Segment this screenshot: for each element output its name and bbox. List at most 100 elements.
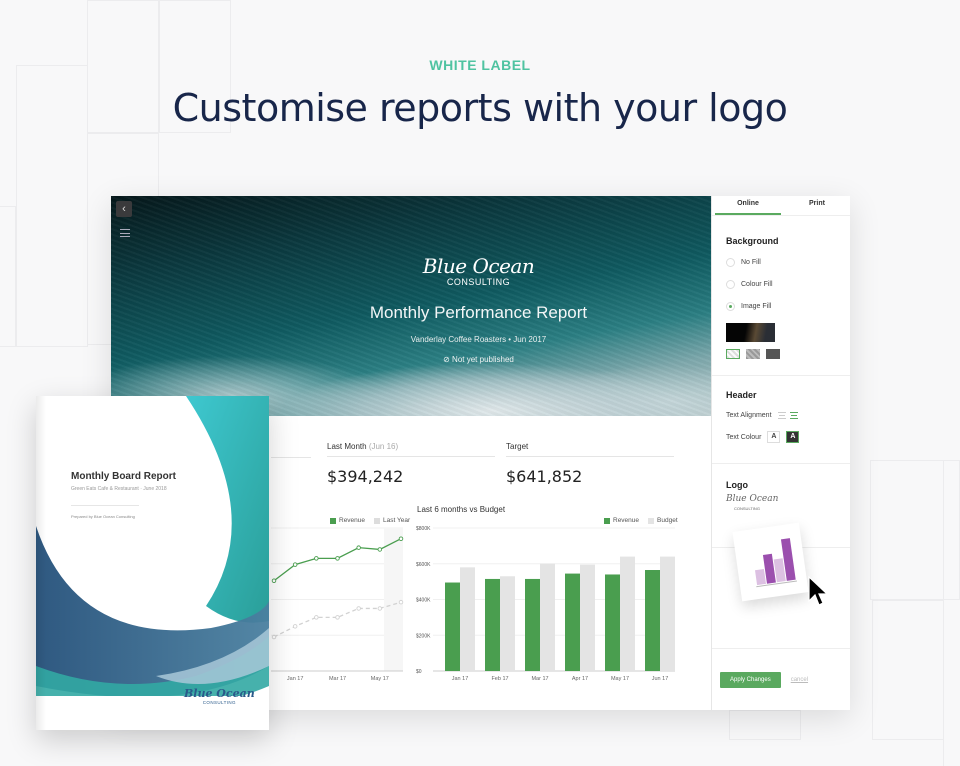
eye-off-icon: ⊘	[443, 355, 450, 364]
overlay-swatch-medium[interactable]	[746, 349, 760, 359]
tab-print[interactable]: Print	[784, 196, 850, 215]
report-hero-banner: ‹ Blue Ocean CONSULTING Monthly Performa…	[111, 196, 711, 416]
line-series-last-year	[273, 601, 402, 638]
bar-revenue	[485, 578, 500, 671]
line-data-point	[398, 536, 404, 541]
bar-chart-x-tick-label: Mar 17	[531, 676, 548, 682]
grid-cell	[729, 710, 801, 740]
metric-label-text: Target	[506, 442, 529, 451]
current-logo[interactable]: Blue Ocean CONSULTING	[726, 495, 836, 513]
radio-colour-fill[interactable]: Colour Fill	[726, 273, 836, 295]
metric-label: Target	[506, 442, 674, 457]
logo-script: Blue Ocean	[726, 494, 779, 504]
line-chart-x-tick-label: Jan 17	[287, 676, 304, 682]
book-spine	[36, 396, 46, 730]
radio-button[interactable]	[726, 257, 735, 267]
book-logo: Blue Ocean CONSULTING	[184, 687, 255, 705]
apply-changes-button[interactable]: Apply Changes	[720, 671, 781, 688]
publish-status-text: Not yet published	[452, 355, 514, 364]
line-data-point	[292, 562, 298, 567]
bar-budget	[580, 564, 595, 671]
legend-label: Revenue	[613, 517, 640, 524]
grid-cell	[872, 600, 944, 740]
legend-swatch-last-year	[374, 517, 381, 524]
text-alignment-row: Text Alignment	[726, 404, 836, 426]
bar-chart-title: Last 6 months vs Budget	[417, 505, 506, 514]
line-data-point	[398, 599, 404, 605]
report-logo-sub: CONSULTING	[446, 277, 511, 287]
publish-status: ⊘ Not yet published	[246, 355, 711, 364]
legend-swatch-budget	[648, 517, 655, 524]
page-headline: Customise reports with your logo	[172, 86, 788, 130]
settings-panel: Online Print Background No Fill Colour F…	[711, 196, 850, 710]
radio-no-fill[interactable]: No Fill	[726, 251, 836, 273]
bar-chart-y-tick-label: $400K	[416, 598, 431, 604]
line-data-point	[271, 634, 277, 640]
book-cover-art	[36, 396, 269, 730]
radio-image-fill[interactable]: Image Fill	[726, 295, 836, 317]
line-data-point	[335, 615, 340, 620]
radio-button[interactable]	[726, 279, 735, 289]
logo-upload-card[interactable]	[732, 522, 809, 602]
chevron-left-icon: ‹	[122, 203, 126, 215]
report-subtitle: Vanderlay Coffee Roasters • Jun 2017	[410, 335, 547, 344]
line-chart-highlight-band	[384, 528, 403, 671]
metric-last-month: Last Month (Jun 16) $394,242	[327, 442, 495, 486]
line-data-point	[271, 578, 277, 583]
tab-online[interactable]: Online	[715, 196, 781, 215]
align-left-icon[interactable]	[777, 411, 786, 419]
legend-label: Budget	[657, 517, 678, 524]
bar-chart-y-tick-label: $800K	[416, 526, 431, 532]
text-colour-label: Text Colour	[726, 433, 762, 441]
hero-content: Blue Ocean CONSULTING Monthly Performanc…	[111, 256, 711, 364]
book-prepared-by: Prepared by Blue Ocean Consulting	[71, 514, 135, 519]
hamburger-icon[interactable]	[120, 229, 130, 237]
header-section: Header Text Alignment Text Colour A A	[712, 376, 850, 464]
book-subtitle: Green Eats Cafe & Restaurant · June 2018	[71, 486, 167, 492]
bar-revenue	[565, 573, 580, 671]
line-chart-x-tick-label: Mar 17	[329, 676, 346, 682]
printed-report-book: Monthly Board Report Green Eats Cafe & R…	[36, 396, 269, 730]
bar-budget	[460, 567, 475, 671]
line-series-revenue	[273, 538, 402, 582]
section-heading: Header	[726, 390, 757, 400]
bar-chart-y-tick-label: $0	[416, 669, 422, 675]
back-button[interactable]: ‹	[116, 201, 132, 217]
bar-chart-y-tick-label: $600K	[416, 562, 431, 568]
line-chart-legend: Revenue Last Year	[330, 517, 410, 524]
bar-budget	[540, 563, 555, 671]
text-colour-light-button[interactable]: A	[786, 431, 800, 443]
line-data-point	[377, 606, 383, 611]
bar-chart-legend: Revenue Budget	[604, 517, 678, 524]
cancel-link[interactable]: cancel	[791, 677, 808, 683]
report-title: Monthly Performance Report	[369, 303, 588, 322]
radio-label: No Fill	[741, 258, 761, 266]
bar-chart-y-tick-label: $200K	[416, 633, 431, 639]
bar-chart-x-tick-label: Feb 17	[491, 676, 508, 682]
bar-budget	[500, 576, 515, 671]
line-data-point	[335, 556, 340, 561]
overlay-swatch-light[interactable]	[726, 349, 740, 359]
text-colour-dark-button[interactable]: A	[767, 431, 781, 443]
background-image-thumbnail[interactable]	[726, 323, 775, 342]
background-section: Background No Fill Colour Fill Image Fil…	[712, 216, 850, 376]
bar-chart-x-tick-label: Jun 17	[652, 676, 669, 682]
metric-label: Last Month (Jun 16)	[327, 442, 495, 457]
overlay-swatch-dark[interactable]	[766, 349, 780, 359]
radio-button[interactable]	[726, 301, 735, 311]
bar-revenue	[525, 578, 540, 671]
book-title: Monthly Board Report	[71, 471, 176, 482]
legend-swatch-revenue	[604, 517, 610, 524]
bar-chart-x-tick-label: May 17	[611, 676, 629, 682]
metric-label-text: Last Month	[327, 442, 367, 451]
overlay-swatches	[726, 349, 836, 359]
align-center-icon[interactable]	[789, 411, 798, 419]
mouse-pointer-icon	[808, 575, 829, 606]
line-data-point	[377, 547, 383, 552]
panel-footer: Apply Changes cancel	[712, 648, 850, 710]
line-data-point	[314, 615, 319, 620]
section-heading: Logo	[726, 480, 748, 490]
text-alignment-label: Text Alignment	[726, 411, 772, 419]
line-data-point	[356, 606, 361, 611]
line-data-point	[314, 556, 319, 561]
